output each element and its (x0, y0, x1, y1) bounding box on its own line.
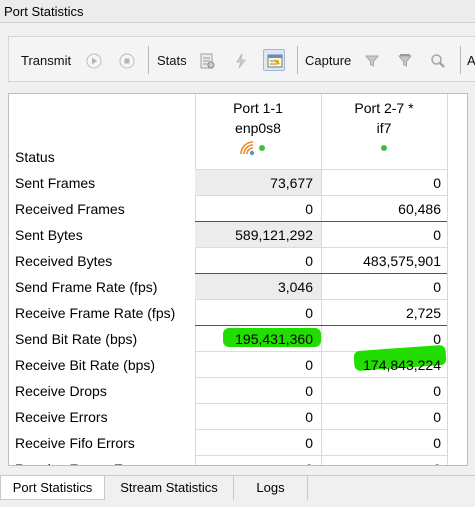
row-label: Sent Bytes (15, 227, 83, 243)
table-row: Receive Frame Errors 0 0 (9, 456, 467, 465)
tab-label: Logs (256, 480, 285, 495)
port-1-value[interactable]: 0 (195, 305, 313, 321)
port-2-value[interactable]: 0 (321, 435, 441, 451)
capture-label: Capture (305, 52, 352, 68)
port-1-value[interactable]: 3,046 (195, 279, 313, 295)
capture-filter-button[interactable] (360, 49, 382, 71)
table-row: Sent Frames 73,677 0 (9, 170, 467, 196)
start-transmit-button[interactable] (82, 49, 104, 71)
port-stats-table: Status Port 1-1 enp0s8 Port 2-7 * if7 Se… (8, 93, 468, 466)
capture-view-icon (431, 54, 445, 68)
row-label: Receive Drops (15, 383, 107, 399)
table-row: Sent Bytes 589,121,292 0 (9, 222, 467, 248)
port-interface: enp0s8 (235, 120, 281, 136)
row-label: Receive Frame Errors (15, 461, 152, 465)
table-row: Receive Drops 0 0 (9, 378, 467, 404)
port-1-value[interactable]: 0 (195, 435, 313, 451)
table-row: Send Frame Rate (fps) 3,046 0 (9, 274, 467, 300)
toolbar-separator (148, 46, 149, 74)
row-label: Receive Bit Rate (bps) (15, 357, 156, 373)
header-divider (195, 169, 447, 170)
stats-group-label: Stats (157, 37, 187, 83)
port-2-value[interactable]: 0 (321, 461, 441, 465)
clear-stats-icon (200, 53, 215, 69)
row-label: Received Frames (15, 201, 125, 217)
capture-stop-filter-button[interactable] (393, 49, 415, 71)
port-2-value[interactable]: 483,575,901 (321, 253, 441, 269)
capture-filter-icon (364, 55, 380, 67)
row-label: Receive Errors (15, 409, 108, 425)
row-header-corner: Status (9, 94, 195, 170)
start-transmit-icon (86, 53, 102, 69)
port-1-value[interactable]: 73,677 (195, 175, 313, 191)
port-1-value[interactable]: 0 (195, 461, 313, 465)
clear-all-stats-button[interactable] (229, 49, 251, 71)
row-label: Received Bytes (15, 253, 113, 269)
capture-view-button[interactable] (426, 49, 448, 71)
port-name: Port 2-7 * (354, 100, 414, 116)
tab-label: Stream Statistics (120, 480, 218, 495)
row-label: Receive Fifo Errors (15, 435, 135, 451)
transmitting-icon (240, 141, 255, 156)
tab-port-statistics[interactable]: Port Statistics (0, 476, 105, 500)
link-up-icon (381, 145, 387, 151)
clear-stats-button[interactable] (195, 49, 217, 71)
port-2-value[interactable]: 60,486 (321, 201, 441, 217)
table-row: Received Frames 0 60,486 (9, 196, 467, 222)
column-header-port-2[interactable]: Port 2-7 * if7 (321, 94, 447, 170)
table-row: Received Bytes 0 483,575,901 (9, 248, 467, 274)
row-label: Sent Frames (15, 175, 96, 191)
port-1-value[interactable]: 0 (195, 409, 313, 425)
transmit-label: Transmit (21, 52, 72, 68)
overflow-label: A (467, 52, 475, 68)
selected-stats-button[interactable] (263, 49, 285, 71)
row-label: Send Bit Rate (bps) (15, 331, 138, 347)
port-1-value[interactable]: 195,431,360 (195, 331, 313, 347)
port-2-value[interactable]: 174,843,224 (321, 357, 441, 373)
port-1-value[interactable]: 589,121,292 (195, 227, 313, 243)
overflow-group-label: A (467, 37, 475, 83)
clear-all-stats-icon (236, 53, 246, 69)
port-1-value[interactable]: 0 (195, 253, 313, 269)
column-header-port-1[interactable]: Port 1-1 enp0s8 (195, 94, 321, 170)
port-2-value[interactable]: 0 (321, 279, 441, 295)
stats-label: Stats (157, 52, 187, 68)
port-status-icons (321, 138, 447, 156)
table-row: Receive Fifo Errors 0 0 (9, 430, 467, 456)
port-2-value[interactable]: 0 (321, 409, 441, 425)
link-up-icon (259, 145, 265, 151)
port-2-value[interactable]: 0 (321, 175, 441, 191)
port-1-value[interactable]: 0 (195, 201, 313, 217)
stop-transmit-icon (119, 53, 135, 69)
selected-stats-icon (267, 54, 283, 68)
tab-label: Port Statistics (12, 480, 93, 495)
capture-stop-filter-icon (397, 54, 413, 67)
port-1-value[interactable]: 0 (195, 357, 313, 373)
table-row: Receive Bit Rate (bps) 0 174,843,224 (9, 344, 467, 378)
stop-transmit-button[interactable] (115, 49, 137, 71)
window-title: Port Statistics (4, 4, 84, 19)
bottom-tab-bar: Port Statistics Stream Statistics Logs (0, 475, 475, 507)
row-label: Receive Frame Rate (fps) (15, 305, 176, 321)
port-2-value[interactable]: 2,725 (321, 305, 441, 321)
row-label: Send Frame Rate (fps) (15, 279, 158, 295)
port-status-icons (195, 138, 321, 156)
port-2-value[interactable]: 0 (321, 383, 441, 399)
toolbar-separator (297, 46, 298, 74)
port-2-value[interactable]: 0 (321, 331, 441, 347)
port-interface: if7 (376, 120, 392, 136)
table-row: Receive Frame Rate (fps) 0 2,725 (9, 300, 467, 326)
tab-stream-statistics[interactable]: Stream Statistics (105, 476, 234, 500)
port-1-value[interactable]: 0 (195, 383, 313, 399)
toolbar: Transmit Stats Capture A (8, 36, 475, 82)
port-name: Port 1-1 (233, 100, 283, 116)
transmit-group-label: Transmit (21, 37, 71, 83)
status-label: Status (15, 149, 55, 165)
capture-group-label: Capture (305, 37, 351, 83)
window-titlebar: Port Statistics (0, 0, 475, 23)
tab-logs[interactable]: Logs (234, 476, 308, 500)
table-row: Receive Errors 0 0 (9, 404, 467, 430)
port-2-value[interactable]: 0 (321, 227, 441, 243)
toolbar-separator (460, 46, 461, 74)
